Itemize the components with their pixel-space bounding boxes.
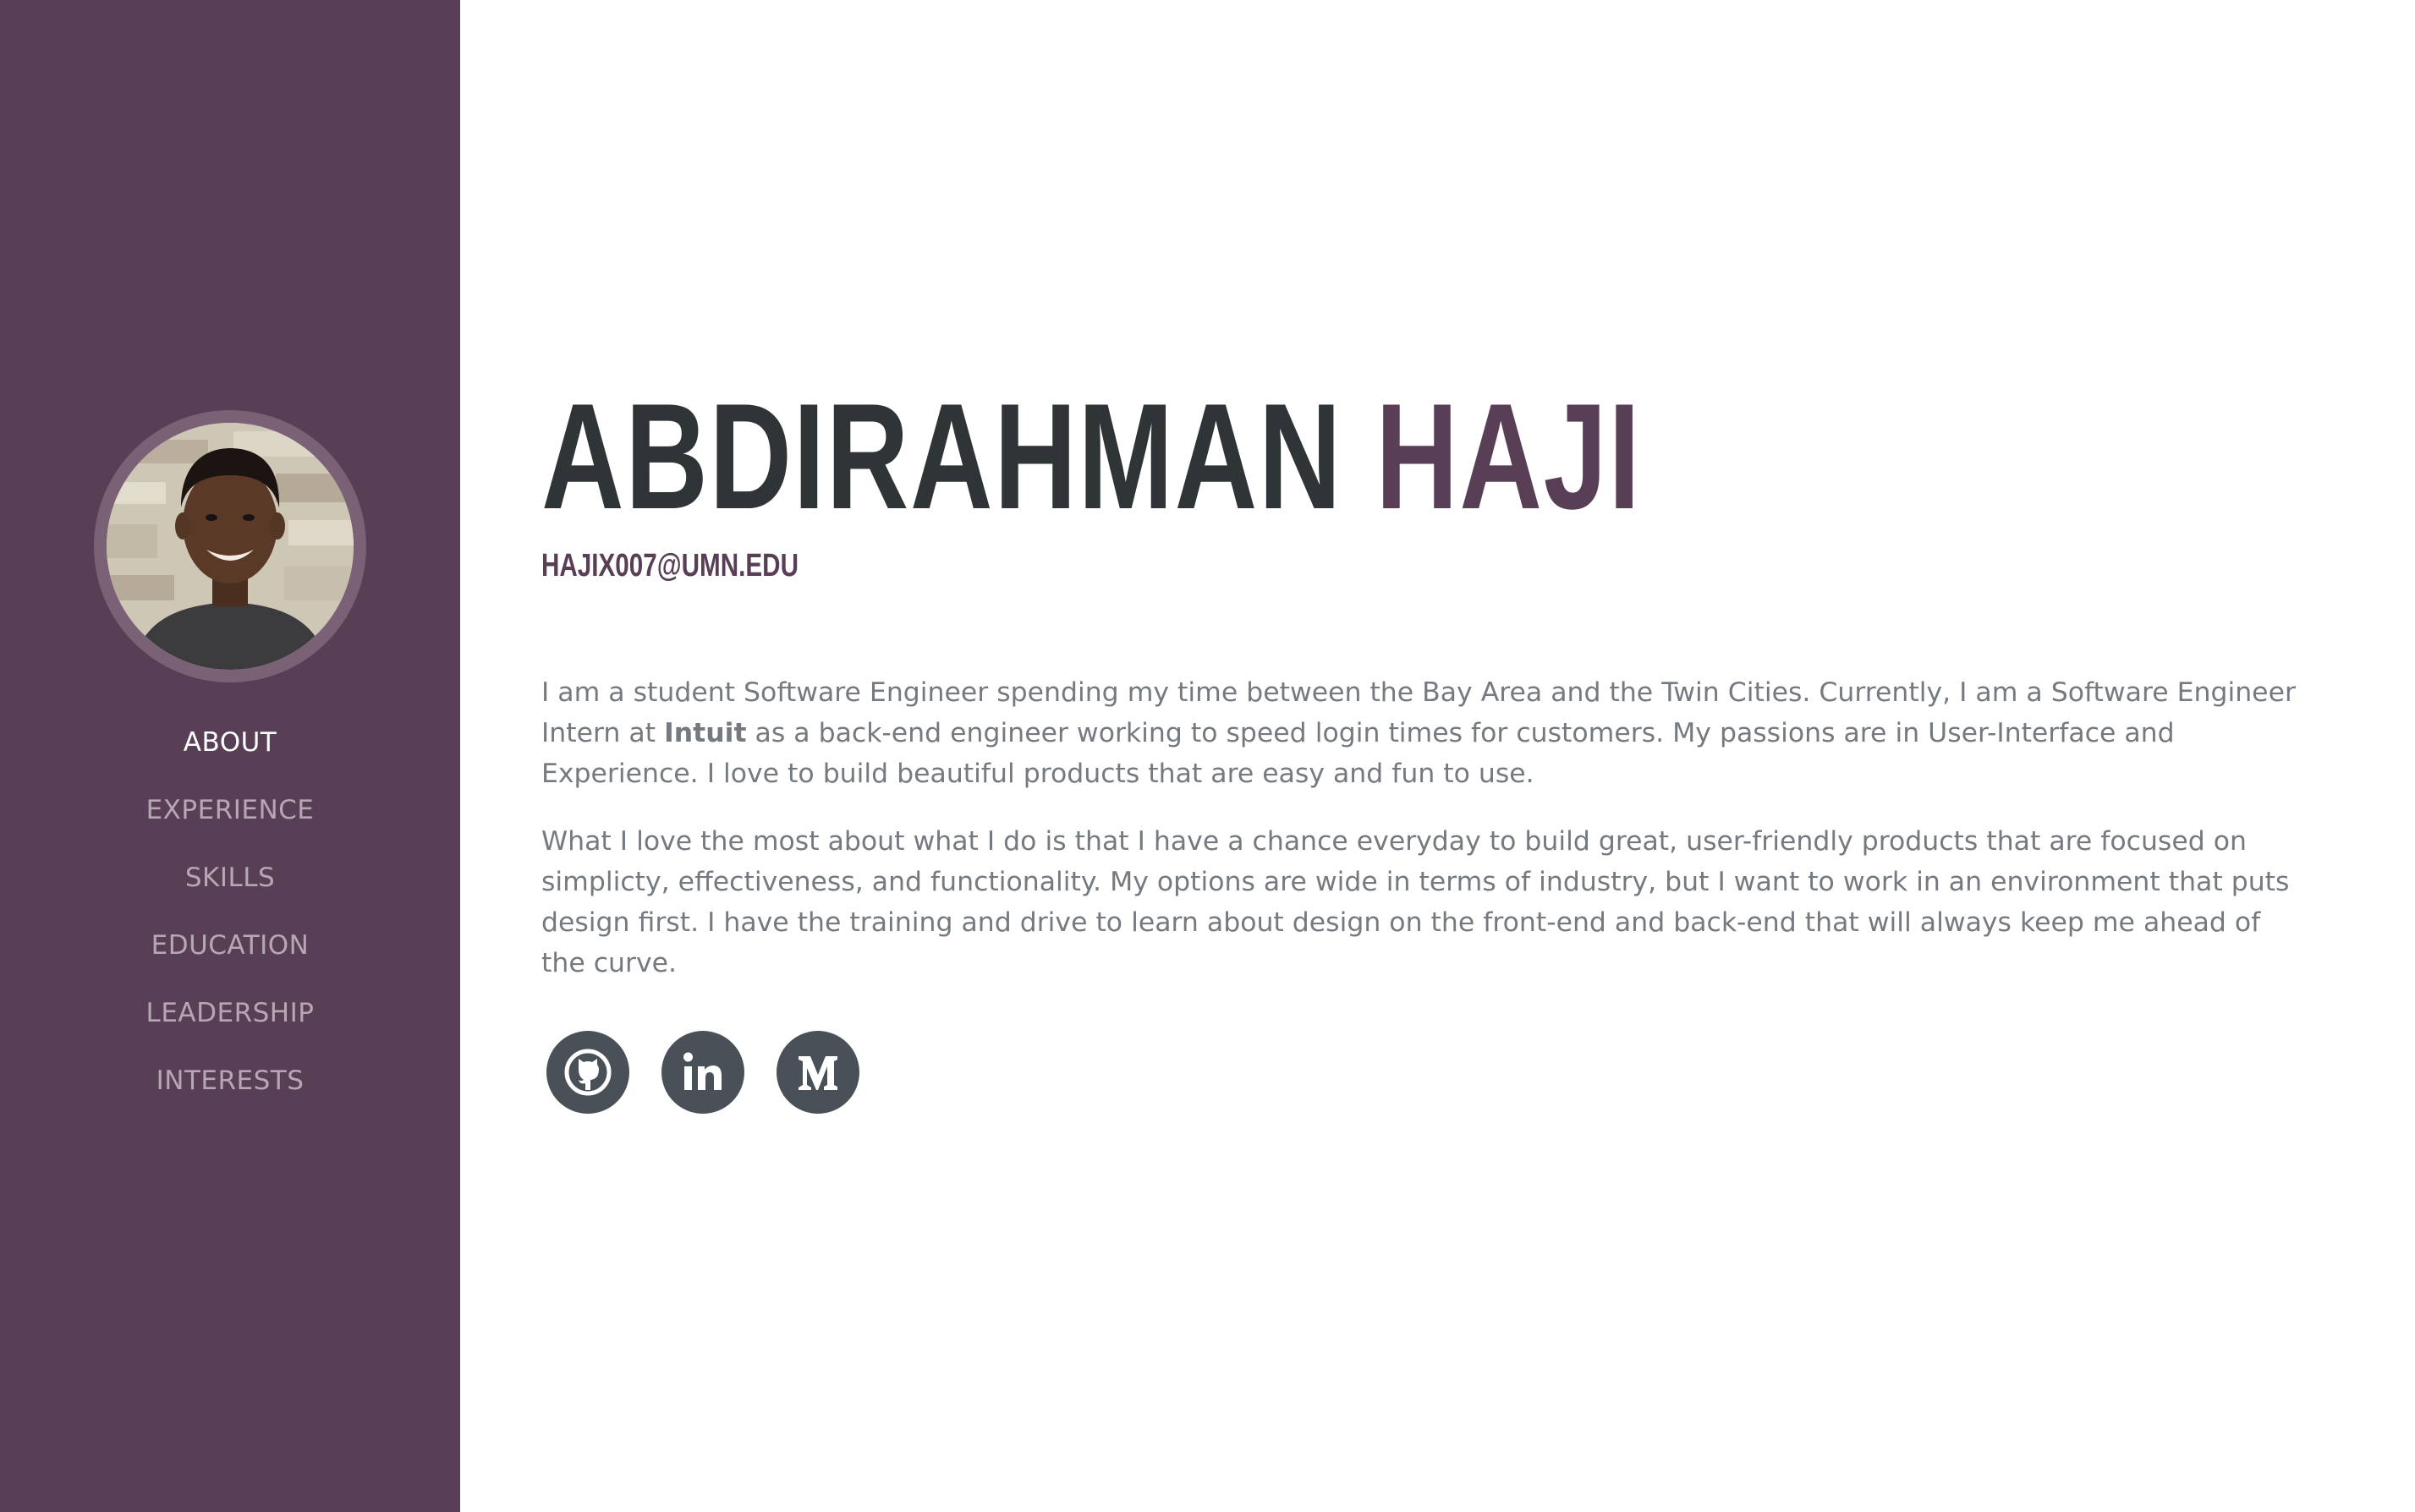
bio-paragraph-1: I am a student Software Engineer spendin… (541, 672, 2301, 794)
avatar-ring (94, 410, 366, 682)
last-name: HAJI (1375, 372, 1642, 540)
email-link[interactable]: HAJIX007@UMN.EDU (541, 545, 799, 586)
page-title: ABDIRAHMAN HAJI (541, 372, 1641, 541)
linkedin-link[interactable] (661, 1031, 744, 1114)
bio-paragraph-2: What I love the most about what I do is … (541, 826, 2290, 978)
avatar (107, 423, 354, 670)
company-name: Intuit (664, 718, 747, 748)
bio-text: as a back-end engineer working to speed … (541, 718, 2175, 789)
bio: I am a student Software Engineer spendin… (541, 672, 2301, 1011)
github-icon (564, 1049, 612, 1096)
nav-item-interests[interactable]: INTERESTS (0, 1057, 460, 1125)
main-content: ABDIRAHMAN HAJI HAJIX007@UMN.EDU I am a … (460, 0, 2415, 1512)
medium-icon (799, 1056, 837, 1090)
nav-item-experience[interactable]: EXPERIENCE (0, 786, 460, 854)
medium-link[interactable] (777, 1031, 859, 1114)
sidebar-nav: ABOUT EXPERIENCE SKILLS EDUCATION LEADER… (0, 719, 460, 1125)
nav-item-skills[interactable]: SKILLS (0, 854, 460, 922)
nav-item-education[interactable]: EDUCATION (0, 922, 460, 989)
sidebar: ABOUT EXPERIENCE SKILLS EDUCATION LEADER… (0, 0, 460, 1512)
nav-item-leadership[interactable]: LEADERSHIP (0, 989, 460, 1057)
first-name: ABDIRAHMAN (541, 372, 1343, 540)
nav-item-about[interactable]: ABOUT (0, 719, 460, 786)
github-link[interactable] (546, 1031, 629, 1114)
linkedin-icon (683, 1052, 722, 1090)
